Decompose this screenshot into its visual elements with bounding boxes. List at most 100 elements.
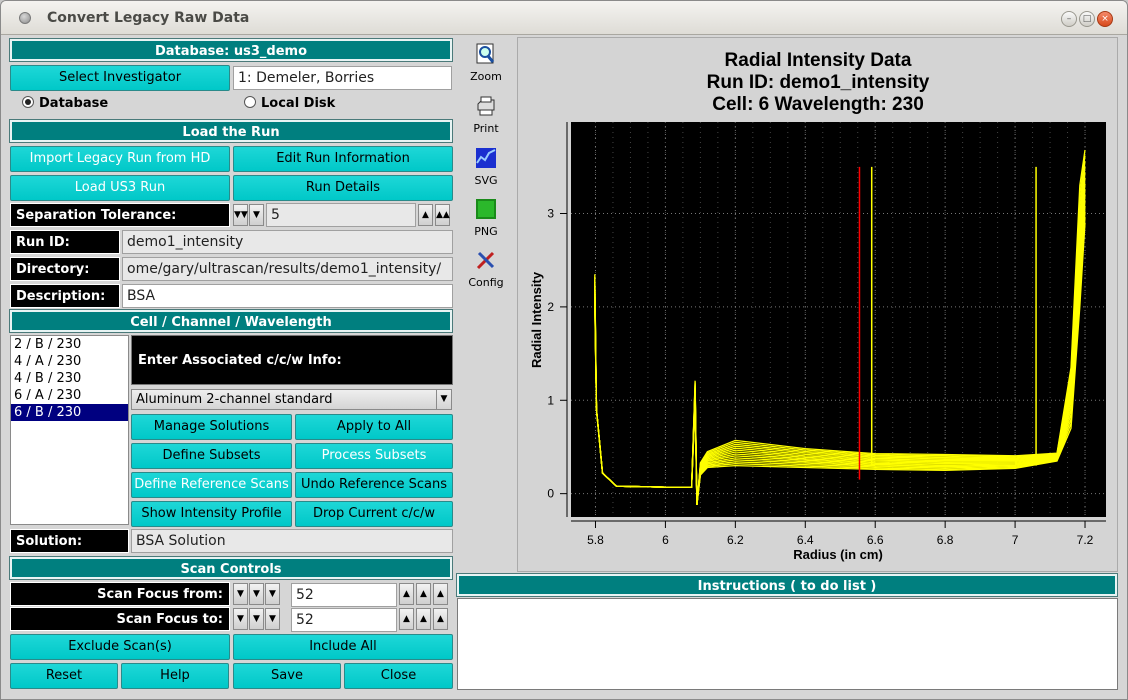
centerpiece-select[interactable]: Aluminum 2-channel standard ▼ [131,389,452,410]
double-down-arrow-icon[interactable]: ▼ [249,608,264,630]
load-us3-button[interactable]: Load US3 Run [10,175,230,201]
y-tick-label: 1 [547,393,554,407]
down-arrow-icon[interactable]: ▼ [249,204,264,226]
list-item[interactable]: 6 / A / 230 [11,387,128,404]
double-up-arrow-icon[interactable]: ▲ [416,583,431,605]
svg-export-icon [476,148,496,168]
x-tick-label: 6.6 [867,533,884,547]
up-arrow-icon[interactable]: ▲ [399,583,414,605]
run-id-field[interactable]: demo1_intensity [122,230,453,254]
config-tool[interactable]: Config [457,249,515,289]
run-details-button[interactable]: Run Details [233,175,453,201]
plot-toolbar: Zoom Print SVG PNG Config [457,37,515,572]
save-button[interactable]: Save [233,663,341,689]
exclude-scans-button[interactable]: Exclude Scan(s) [10,634,230,660]
define-reference-scans-button[interactable]: Define Reference Scans [131,472,292,498]
x-tick-label: 6.8 [937,533,954,547]
scan-focus-to-label: Scan Focus to: [10,607,230,631]
list-item[interactable]: 2 / B / 230 [11,336,128,353]
select-investigator-button[interactable]: Select Investigator [10,65,230,91]
triple-down-arrow-icon[interactable]: ▼ [233,583,248,605]
title-bar: Convert Legacy Raw Data – □ × [1,1,1127,35]
list-item-selected[interactable]: 6 / B / 230 [11,404,128,421]
list-item[interactable]: 4 / A / 230 [11,353,128,370]
radio-local-disk[interactable]: Local Disk [244,96,335,111]
ccw-list[interactable]: 2 / B / 230 4 / A / 230 4 / B / 230 6 / … [10,335,129,525]
ccw-header: Cell / Channel / Wavelength [9,309,453,333]
instructions-textbox[interactable] [457,598,1118,690]
double-up-arrow-icon[interactable]: ▲ [416,608,431,630]
define-subsets-button[interactable]: Define Subsets [131,443,292,469]
apply-to-all-button[interactable]: Apply to All [295,414,453,440]
plot-title: Radial Intensity Data [725,50,912,71]
y-tick-label: 3 [547,207,554,221]
main-window: Convert Legacy Raw Data – □ × Database: … [0,0,1128,700]
down-arrow-icon[interactable]: ▼ [265,583,280,605]
database-header: Database: us3_demo [9,38,453,62]
radial-intensity-plot[interactable]: Radial Intensity Data Run ID: demo1_inte… [518,38,1119,573]
scan-focus-from-field[interactable]: 52 [291,583,397,607]
double-down-arrow-icon[interactable]: ▼▼ [233,204,248,226]
radio-database[interactable]: Database [22,96,108,111]
manage-solutions-button[interactable]: Manage Solutions [131,414,292,440]
config-icon [476,251,495,270]
maximize-button[interactable]: □ [1079,11,1095,27]
reset-button[interactable]: Reset [10,663,118,689]
printer-icon [477,96,495,116]
x-tick-label: 6 [662,533,669,547]
triple-down-arrow-icon[interactable]: ▼ [233,608,248,630]
radio-dot [244,96,256,108]
load-run-header: Load the Run [9,119,453,143]
double-up-arrow-icon[interactable]: ▲▲ [435,204,450,226]
directory-label: Directory: [10,257,120,281]
y-axis-label: Radial Intensity [529,271,544,368]
process-subsets-button[interactable]: Process Subsets [295,443,453,469]
import-legacy-button[interactable]: Import Legacy Run from HD [10,146,230,172]
investigator-field[interactable]: 1: Demeler, Borries [233,66,452,90]
svg-tool[interactable]: SVG [457,147,515,187]
x-tick-label: 7.2 [1077,533,1094,547]
edit-run-info-button[interactable]: Edit Run Information [233,146,453,172]
separation-tolerance-field[interactable]: 5 [266,203,416,227]
solution-field[interactable]: BSA Solution [131,529,453,553]
triple-up-arrow-icon[interactable]: ▲ [433,583,448,605]
plot-panel: Radial Intensity Data Run ID: demo1_inte… [517,37,1118,572]
list-item[interactable]: 4 / B / 230 [11,370,128,387]
scan-focus-to-field[interactable]: 52 [291,608,397,632]
double-down-arrow-icon[interactable]: ▼ [249,583,264,605]
print-tool[interactable]: Print [457,95,515,135]
x-axis-label: Radius (in cm) [793,547,883,562]
y-tick-label: 2 [547,300,554,314]
show-intensity-profile-button[interactable]: Show Intensity Profile [131,501,292,527]
left-panel: Database: us3_demo Select Investigator 1… [8,37,455,691]
print-label: Print [473,122,499,135]
plot-cell-wavelength: Cell: 6 Wavelength: 230 [712,94,924,115]
radio-dot-selected [22,96,34,108]
x-tick-label: 6.2 [727,533,744,547]
minimize-button[interactable]: – [1061,11,1077,27]
radio-local-label: Local Disk [261,96,336,111]
undo-reference-scans-button[interactable]: Undo Reference Scans [295,472,453,498]
scan-controls-header: Scan Controls [9,556,453,580]
close-window-button[interactable]: × [1097,11,1113,27]
x-tick-label: 7 [1012,533,1019,547]
png-tool[interactable]: PNG [457,198,515,238]
instructions-header: Instructions ( to do list ) [456,573,1118,597]
close-button[interactable]: Close [344,663,453,689]
up-arrow-icon[interactable]: ▲ [418,204,433,226]
radio-database-label: Database [39,96,109,111]
down-arrow-icon[interactable]: ▼ [265,608,280,630]
directory-field[interactable]: ome/gary/ultrascan/results/demo1_intensi… [122,257,453,281]
up-arrow-icon[interactable]: ▲ [399,608,414,630]
x-tick-label: 5.8 [587,533,604,547]
help-button[interactable]: Help [121,663,229,689]
png-export-icon [476,199,496,219]
description-field[interactable]: BSA [122,284,453,308]
include-all-button[interactable]: Include All [233,634,453,660]
drop-current-ccw-button[interactable]: Drop Current c/c/w [295,501,453,527]
triple-up-arrow-icon[interactable]: ▲ [433,608,448,630]
window-title: Convert Legacy Raw Data [47,10,250,26]
app-icon [19,12,31,24]
zoom-label: Zoom [470,70,502,83]
zoom-tool[interactable]: Zoom [457,43,515,83]
